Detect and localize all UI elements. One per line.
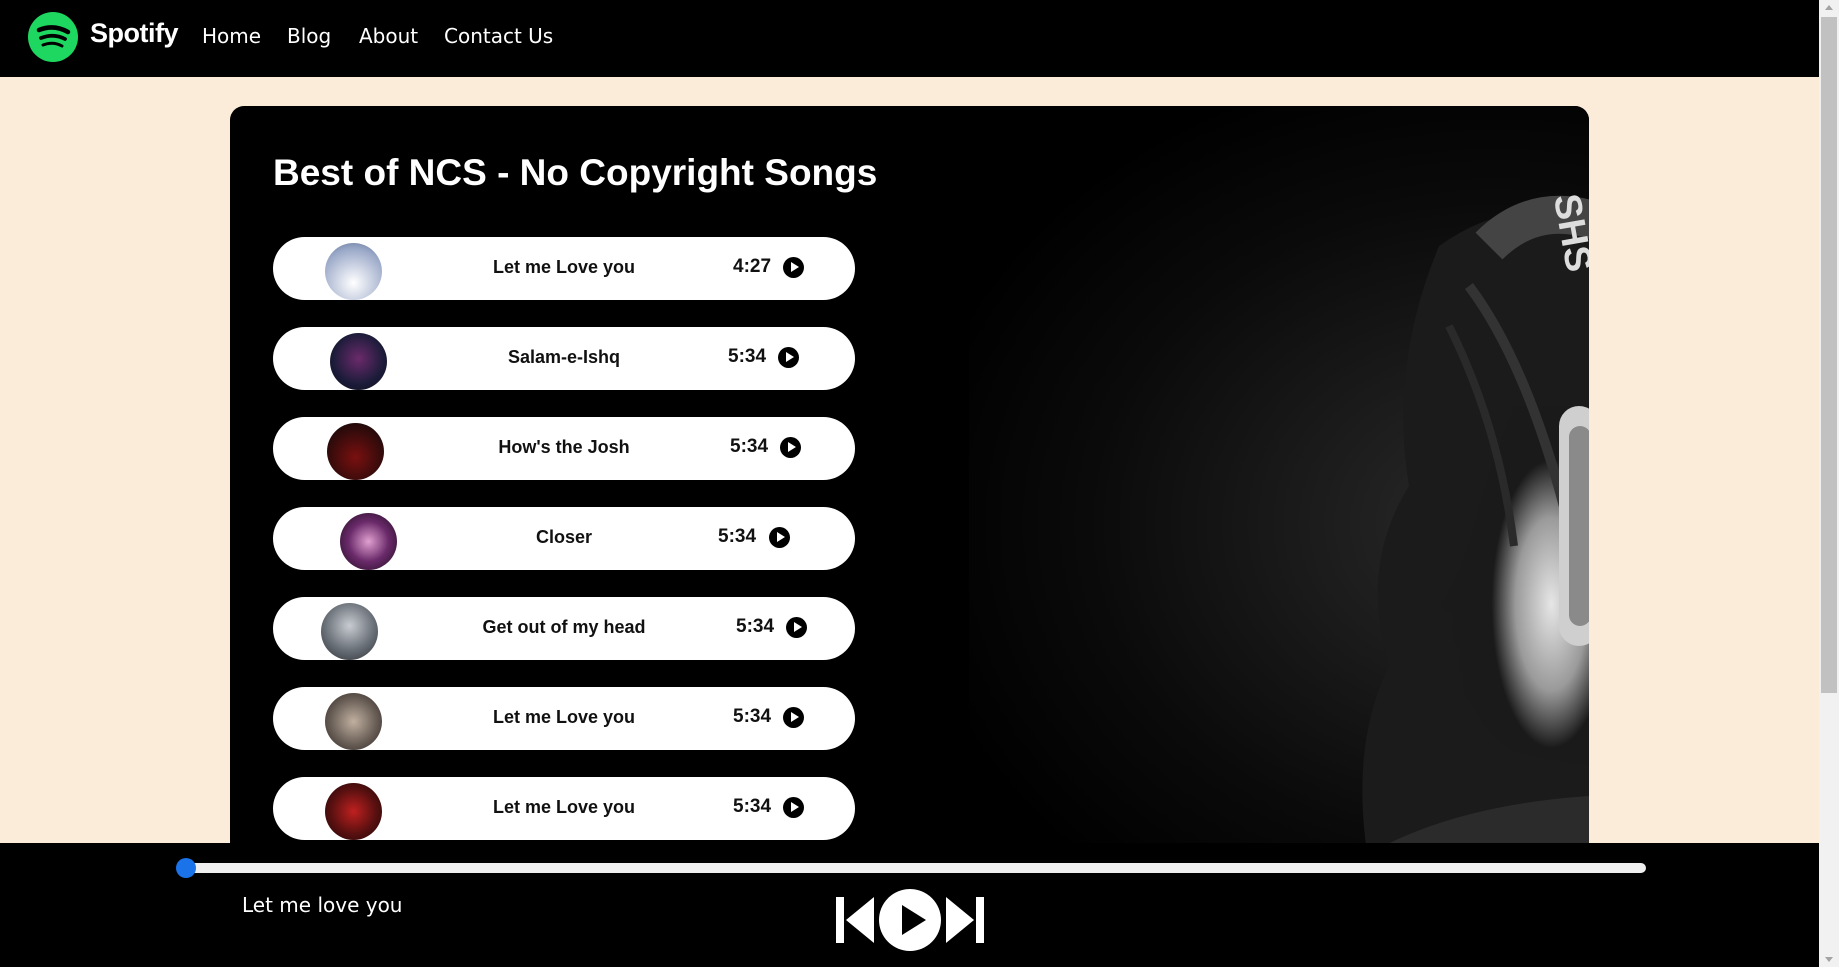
play-icon[interactable] (769, 527, 790, 548)
scroll-up-icon[interactable] (1825, 5, 1833, 10)
brand-name[interactable]: Spotify (90, 18, 179, 49)
song-item[interactable]: Let me Love you 4:27 (273, 237, 855, 300)
song-duration: 5:34 (718, 526, 757, 547)
nav-link-home[interactable]: Home (202, 24, 261, 48)
nav-link-contact[interactable]: Contact Us (444, 24, 553, 48)
song-item[interactable]: Get out of my head 5:34 (273, 597, 855, 660)
play-icon[interactable] (786, 617, 807, 638)
song-item[interactable]: Salam-e-Ishq 5:34 (273, 327, 855, 390)
song-duration: 5:34 (728, 346, 767, 367)
player-bar: Let me love you (0, 843, 1819, 967)
song-duration: 5:34 (736, 616, 775, 637)
scroll-down-icon[interactable] (1825, 957, 1833, 962)
vertical-scrollbar[interactable] (1819, 0, 1839, 967)
next-icon[interactable] (944, 895, 984, 945)
song-duration: 5:34 (730, 436, 769, 457)
play-icon[interactable] (783, 257, 804, 278)
song-duration: 5:34 (733, 706, 772, 727)
hero-image: SHS (969, 106, 1589, 866)
spotify-logo-icon[interactable] (28, 12, 78, 62)
song-item[interactable]: Closer 5:34 (273, 507, 855, 570)
play-icon[interactable] (783, 707, 804, 728)
song-duration: 5:34 (733, 796, 772, 817)
song-item[interactable]: How's the Josh 5:34 (273, 417, 855, 480)
now-playing-title: Let me love you (242, 893, 403, 917)
songs-container: SHS Best of NCS - No Copyright Songs Let… (230, 106, 1589, 866)
nav-link-blog[interactable]: Blog (287, 24, 331, 48)
nav-link-about[interactable]: About (359, 24, 418, 48)
play-icon[interactable] (780, 437, 801, 458)
song-name: Closer (535, 527, 593, 547)
song-item[interactable]: Let me Love you 5:34 (273, 687, 855, 750)
progress-bar[interactable] (180, 863, 1646, 873)
play-icon[interactable] (879, 889, 941, 951)
playlist-title: Best of NCS - No Copyright Songs (273, 152, 878, 193)
song-duration: 4:27 (733, 256, 772, 277)
scrollbar-thumb[interactable] (1821, 17, 1837, 693)
top-navbar: Spotify Home Blog About Contact Us (0, 0, 1819, 77)
play-icon[interactable] (783, 797, 804, 818)
play-icon[interactable] (778, 347, 799, 368)
previous-icon[interactable] (836, 895, 876, 945)
song-name: Salam-e-Ishq (507, 347, 621, 367)
progress-thumb[interactable] (176, 858, 196, 878)
song-item[interactable]: Let me Love you 5:34 (273, 777, 855, 840)
